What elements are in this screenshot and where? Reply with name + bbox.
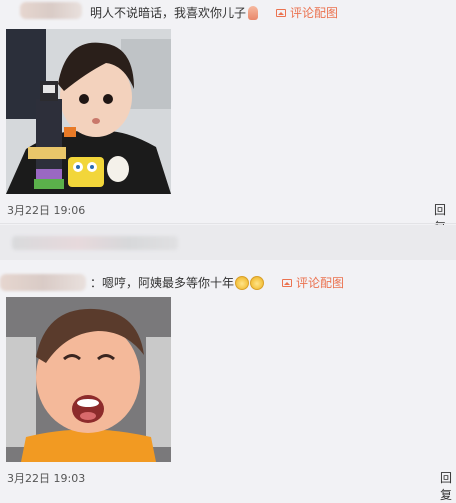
username-blurred[interactable] [20, 2, 82, 19]
comment-picture-label: 评论配图 [296, 276, 345, 290]
comment-picture-link[interactable]: 评论配图 [282, 274, 344, 291]
comment-image[interactable] [6, 29, 171, 194]
reply-button[interactable]: 回复 [440, 469, 456, 503]
reply-quote-bar[interactable] [0, 225, 456, 260]
comment-picture-link[interactable]: 评论配图 [276, 4, 338, 21]
image-icon [276, 8, 287, 17]
comment-item: ：嗯哼，阿姨最多等你十年 评论配图 3月22日 19:03 回复 [0, 266, 456, 502]
comment-timestamp: 3月22日 19:06 [7, 204, 86, 217]
image-icon [282, 278, 293, 287]
quote-text-blurred [12, 236, 178, 250]
comment-text: 明人不说暗话，我喜欢你儿子 [90, 6, 247, 20]
cat-face-emoji-icon [235, 275, 250, 290]
comment-line: 明人不说暗话，我喜欢你儿子 评论配图 [90, 4, 338, 21]
cat-face-emoji-icon [250, 275, 265, 290]
username-blurred[interactable] [0, 274, 86, 291]
comment-text: ：嗯哼，阿姨最多等你十年 [90, 276, 235, 290]
comment-line: ：嗯哼，阿姨最多等你十年 评论配图 [90, 274, 344, 291]
comment-image[interactable] [6, 297, 171, 462]
child-photo-illustration [6, 29, 171, 194]
hand-emoji-icon [248, 5, 259, 20]
divider [0, 223, 456, 224]
crying-child-illustration [6, 297, 171, 462]
comment-item: 明人不说暗话，我喜欢你儿子 评论配图 3月22日 19:06 回 [0, 0, 456, 234]
comment-picture-label: 评论配图 [290, 6, 339, 20]
comment-timestamp: 3月22日 19:03 [7, 472, 86, 485]
